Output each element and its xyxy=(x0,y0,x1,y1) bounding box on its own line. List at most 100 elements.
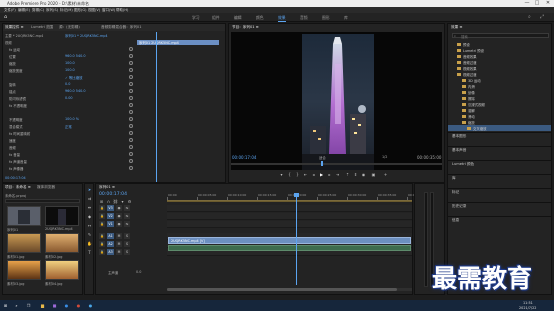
effects-search-input[interactable]: 搜索 ⌕ xyxy=(452,33,549,39)
export-frame-icon[interactable]: ◉ xyxy=(361,172,366,177)
track-lock-icon[interactable]: 🔒 xyxy=(99,221,105,227)
clip-bar[interactable]: 序列01 2UQRK5NC.mp4 xyxy=(137,40,219,45)
effects-subpanel-title[interactable]: 标记 xyxy=(452,190,459,195)
mute-icon[interactable]: M xyxy=(116,249,122,255)
playhead-handle[interactable] xyxy=(294,193,299,197)
selection-tool-icon[interactable]: ➤ xyxy=(87,187,92,192)
reset-icon[interactable] xyxy=(129,116,133,121)
reset-icon[interactable] xyxy=(129,109,133,114)
razor-tool-icon[interactable]: ◆ xyxy=(87,214,92,219)
program-playhead[interactable] xyxy=(321,161,323,166)
reset-icon[interactable] xyxy=(129,46,133,51)
reset-icon[interactable] xyxy=(129,158,133,163)
thumbnail-image-2[interactable] xyxy=(45,233,79,253)
timeline-title[interactable]: 序列01 ≡ xyxy=(99,185,115,190)
effects-subpanel-title[interactable]: 库 xyxy=(452,176,456,181)
file-explorer-icon[interactable]: ▆ xyxy=(40,303,45,308)
sync-lock-icon[interactable]: ⇆ xyxy=(124,213,130,219)
program-monitor-title[interactable]: 节目：序列01 ≡ xyxy=(232,25,259,30)
effects-subpanel-title[interactable]: Lumetri 颜色 xyxy=(452,162,474,167)
maximize-button[interactable]: □ xyxy=(532,0,542,7)
reset-icon[interactable] xyxy=(129,123,133,128)
mute-icon[interactable]: M xyxy=(116,233,122,239)
effect-row-value[interactable]: ✓ 等比缩放 xyxy=(65,75,82,80)
effect-row-value[interactable]: 100.0 xyxy=(65,61,75,65)
mark-out-icon[interactable]: } xyxy=(295,172,300,177)
pen-tool-icon[interactable]: ✎ xyxy=(87,232,92,237)
timeline-settings-icon[interactable]: ⚙ xyxy=(127,199,132,204)
reset-icon[interactable] xyxy=(129,130,133,135)
app-icon-2[interactable]: ● xyxy=(88,303,93,308)
workspace-assembly[interactable]: 组件 xyxy=(212,15,220,21)
timeline-playhead[interactable] xyxy=(296,193,297,285)
thumbnail-image-1[interactable] xyxy=(7,233,41,253)
mark-in-icon[interactable]: { xyxy=(287,172,292,177)
workspace-audio[interactable]: 音频 xyxy=(300,15,308,21)
comparison-view-icon[interactable]: ▣ xyxy=(371,172,376,177)
effect-timecode[interactable]: 00:00:17:04 xyxy=(5,176,26,180)
marker-icon[interactable]: ▾ xyxy=(279,172,284,177)
reset-icon[interactable] xyxy=(129,88,133,93)
toggle-output-icon[interactable]: ◉ xyxy=(116,213,122,219)
master-track-value[interactable]: 0.0 xyxy=(136,270,141,274)
search-icon[interactable]: ⌕ xyxy=(528,14,531,20)
effect-row-value[interactable]: 0.00 xyxy=(65,96,73,100)
windows-start-icon[interactable]: ⊞ xyxy=(3,303,8,308)
workspace-effects[interactable]: 效果 xyxy=(278,15,286,22)
play-icon[interactable]: ▶ xyxy=(319,172,324,177)
lift-icon[interactable]: ⇡ xyxy=(345,172,350,177)
thumbnail-video[interactable] xyxy=(45,206,79,226)
reset-icon[interactable] xyxy=(129,144,133,149)
reset-icon[interactable] xyxy=(129,67,133,72)
work-area-bar[interactable] xyxy=(167,200,412,202)
home-icon[interactable]: ⌂ xyxy=(4,14,7,20)
toggle-output-icon[interactable]: ◉ xyxy=(116,205,122,211)
track-label[interactable]: A2 xyxy=(107,241,114,247)
tab-source[interactable]: 源：(无剪辑) xyxy=(59,25,80,30)
reset-icon[interactable] xyxy=(129,165,133,170)
taskbar-time[interactable]: 11:51 xyxy=(523,301,533,305)
search-icon[interactable]: ⌕ xyxy=(14,303,19,308)
tab-lumetri-scopes[interactable]: Lumetri 范围 xyxy=(31,25,53,30)
minimize-button[interactable]: — xyxy=(522,0,532,7)
effects-subpanel-title[interactable]: 基本声音 xyxy=(452,148,466,153)
effect-row-value[interactable]: 100.0 % xyxy=(65,117,79,121)
reset-icon[interactable] xyxy=(129,102,133,107)
effect-row-value[interactable]: 100.0 xyxy=(65,68,75,72)
tab-media-browser[interactable]: 媒体浏览器 xyxy=(37,185,55,190)
go-to-out-icon[interactable]: ⇥ xyxy=(335,172,340,177)
solo-icon[interactable]: S xyxy=(124,233,130,239)
tab-project[interactable]: 项目：未命名 ≡ xyxy=(5,185,31,190)
reset-icon[interactable] xyxy=(129,81,133,86)
track-lock-icon[interactable]: 🔒 xyxy=(99,241,105,247)
tab-effect-controls[interactable]: 效果控件 ≡ xyxy=(5,25,24,30)
solo-icon[interactable]: S xyxy=(124,241,130,247)
linked-selection-icon[interactable]: ⛓ xyxy=(113,199,118,204)
reset-icon[interactable] xyxy=(129,137,133,142)
track-select-tool-icon[interactable]: ⇉ xyxy=(87,196,92,201)
effects-panel-title[interactable]: 效果 ≡ xyxy=(451,25,462,30)
effect-row-value[interactable]: 960.0 540.0 xyxy=(65,89,86,93)
effect-row-value[interactable]: 0.0 xyxy=(65,82,70,86)
add-button-icon[interactable]: + xyxy=(383,172,388,177)
effects-tree-item[interactable]: 交叉缩放 xyxy=(448,125,551,131)
premiere-icon[interactable]: ■ xyxy=(52,303,57,308)
program-timecode-left[interactable]: 00:00:17:04 xyxy=(232,155,256,160)
step-back-icon[interactable]: ◂ xyxy=(311,172,316,177)
toggle-output-icon[interactable]: ◉ xyxy=(116,221,122,227)
reset-icon[interactable] xyxy=(129,151,133,156)
close-button[interactable]: ✕ xyxy=(543,0,553,7)
slip-tool-icon[interactable]: ↔ xyxy=(87,223,92,228)
hand-tool-icon[interactable]: ✋ xyxy=(87,241,92,246)
fullscreen-icon[interactable]: ⤢ xyxy=(540,14,544,20)
mute-icon[interactable]: M xyxy=(116,241,122,247)
audio-clip[interactable] xyxy=(168,245,411,251)
track-label[interactable]: A3 xyxy=(107,249,114,255)
taskbar-date[interactable]: 2021/7/22 xyxy=(519,306,536,310)
snap-icon[interactable]: ∩ xyxy=(106,199,111,204)
project-search-input[interactable] xyxy=(5,199,80,203)
track-label[interactable]: V1 xyxy=(107,221,114,227)
task-view-icon[interactable]: ❐ xyxy=(26,303,31,308)
reset-icon[interactable] xyxy=(129,53,133,58)
effects-subpanel-title[interactable]: 基本图形 xyxy=(452,134,466,139)
